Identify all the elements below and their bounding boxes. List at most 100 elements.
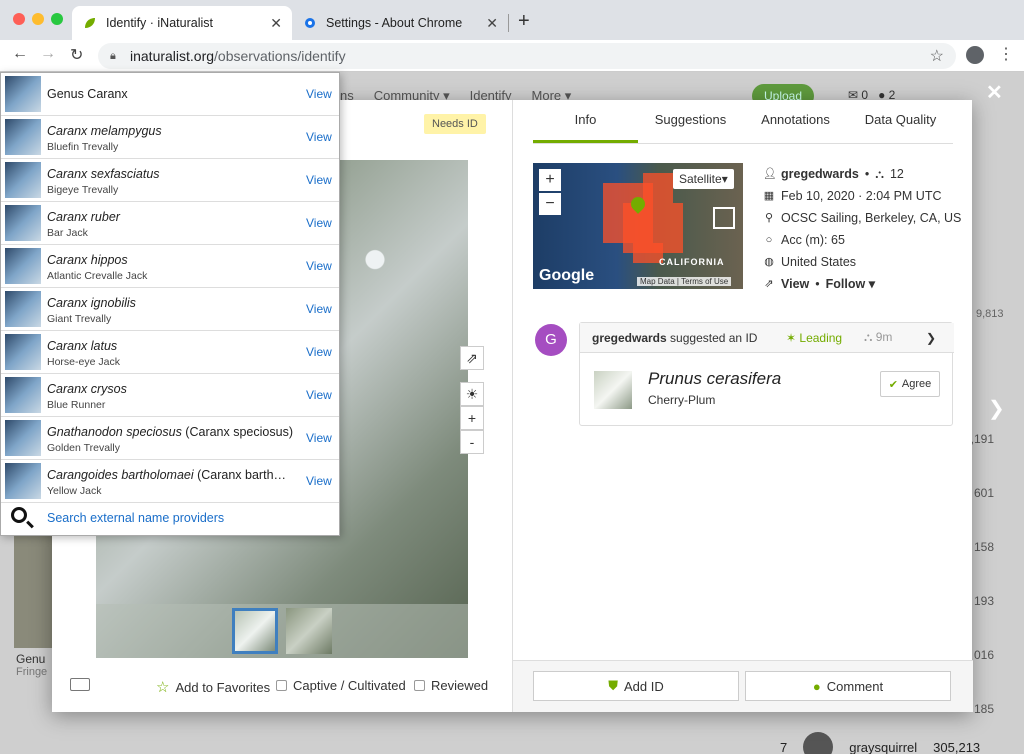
brightness-icon[interactable]: ☀ <box>460 382 484 406</box>
view-link[interactable]: View <box>781 273 809 295</box>
search-external-providers[interactable]: Search external name providers <box>1 503 339 535</box>
view-link[interactable]: View <box>306 173 332 187</box>
scientific-name: Gnathanodon speciosus <box>47 425 182 439</box>
taxon-suggestion[interactable]: Carangoides bartholomaei (Caranx barth… … <box>1 460 339 503</box>
shield-icon: ⛊ <box>608 678 618 693</box>
comment-button[interactable]: ● Comment <box>745 671 951 701</box>
next-observation-icon[interactable]: ❯ <box>988 396 1005 421</box>
view-link[interactable]: View <box>306 431 332 445</box>
taxon-suggestion[interactable]: Caranx melampygus Bluefin Trevally View <box>1 116 339 159</box>
bookmark-star-icon[interactable]: ☆ <box>930 46 944 66</box>
chevron-down-icon[interactable]: ❯ <box>926 331 936 345</box>
place-name: OCSC Sailing, Berkeley, CA, US <box>781 211 962 225</box>
identifier-name[interactable]: gregedwards <box>592 331 667 345</box>
close-tab-icon[interactable]: ✕ <box>270 15 282 32</box>
map-zoom-in-icon[interactable]: + <box>539 169 561 191</box>
map-attribution[interactable]: Map Data | Terms of Use <box>637 277 732 286</box>
taxon-scientific-name[interactable]: Prunus cerasifera <box>648 369 781 389</box>
leading-status: ✶ Leading <box>786 330 843 345</box>
terms-link[interactable]: Terms of Use <box>681 277 728 286</box>
photo-thumbnail[interactable] <box>286 608 332 654</box>
bg-observation-tile <box>14 532 52 648</box>
open-external-icon[interactable]: ⇗ <box>460 346 484 370</box>
keyboard-icon[interactable] <box>70 678 90 691</box>
favorites-label: Add to Favorites <box>175 679 271 695</box>
add-id-button[interactable]: ⛊ Add ID <box>533 671 739 701</box>
place-row: ⚲ OCSC Sailing, Berkeley, CA, US <box>763 207 961 229</box>
close-modal-icon[interactable]: ✕ <box>986 80 1003 105</box>
forward-icon[interactable]: → <box>40 45 56 63</box>
profile-icon[interactable] <box>966 46 984 64</box>
avatar[interactable]: G <box>535 324 567 356</box>
taxon-suggestion[interactable]: Caranx ruber Bar Jack View <box>1 202 339 245</box>
taxon-suggestion[interactable]: Genus Caranx View <box>1 73 339 116</box>
map-zoom-out-icon[interactable]: − <box>539 193 561 215</box>
taxon-name: Caranx hippos <box>47 253 128 267</box>
agree-button[interactable]: ✔ Agree <box>880 371 940 397</box>
view-link[interactable]: View <box>306 216 332 230</box>
url-path: /observations/identify <box>214 48 346 64</box>
view-link[interactable]: View <box>306 259 332 273</box>
observer-name[interactable]: gregedwards <box>781 163 859 185</box>
view-link[interactable]: View <box>306 345 332 359</box>
window-minimize-icon[interactable] <box>32 13 44 25</box>
photo-thumbnail-selected[interactable] <box>232 608 278 654</box>
google-logo: Google <box>539 267 595 284</box>
gear-icon <box>302 15 318 31</box>
view-link[interactable]: View <box>306 474 332 488</box>
observer-row: 👤︎ gregedwards • ⛬ 12 <box>763 163 961 185</box>
window-zoom-icon[interactable] <box>51 13 63 25</box>
taxon-suggestion[interactable]: Caranx hippos Atlantic Crevalle Jack Vie… <box>1 245 339 288</box>
taxon-photo[interactable] <box>594 371 632 409</box>
follow-dropdown[interactable]: Follow ▾ <box>826 273 875 295</box>
scientific-name: Caranx ruber <box>47 210 120 224</box>
back-icon[interactable]: ← <box>12 45 28 63</box>
observation-map[interactable]: + − Satellite▾ CALIFORNIA Google Map Dat… <box>533 163 743 289</box>
map-type-select[interactable]: Satellite▾ <box>673 169 734 189</box>
tab-identify[interactable]: Identify · iNaturalist ✕ <box>72 6 292 40</box>
reviewed-checkbox[interactable]: Reviewed <box>414 678 488 693</box>
new-tab-icon[interactable]: + <box>518 10 530 33</box>
taxon-suggestion[interactable]: Caranx crysos Blue Runner View <box>1 374 339 417</box>
time-label: 9m <box>875 330 893 344</box>
tab-data-quality[interactable]: Data Quality <box>848 100 953 143</box>
window-close-icon[interactable] <box>13 13 25 25</box>
common-name: Bluefin Trevally <box>47 141 119 153</box>
zoom-in-icon[interactable]: + <box>460 406 484 430</box>
bg-tile-sub: Fringe <box>16 666 48 678</box>
address-bar[interactable]: 🔒︎ inaturalist.org /observations/identif… <box>98 43 956 69</box>
tab-settings[interactable]: Settings - About Chrome ✕ <box>292 6 508 40</box>
binoculars-icon: ⛬ <box>875 167 884 181</box>
zoom-out-icon[interactable]: - <box>460 430 484 454</box>
view-link[interactable]: View <box>306 388 332 402</box>
tab-title: Settings - About Chrome <box>326 16 463 30</box>
taxon-suggestion[interactable]: Gnathanodon speciosus (Caranx speciosus)… <box>1 417 339 460</box>
search-icon <box>11 507 27 523</box>
modal-bottom-bar: ☆ Add to Favorites Captive / Cultivated … <box>52 672 512 712</box>
tab-suggestions[interactable]: Suggestions <box>638 100 743 143</box>
view-link[interactable]: View <box>306 302 332 316</box>
common-name: Bigeye Trevally <box>47 184 119 196</box>
close-tab-icon[interactable]: ✕ <box>486 15 498 32</box>
taxon-name: Caranx crysos <box>47 382 127 396</box>
add-to-favorites[interactable]: ☆ Add to Favorites <box>156 678 270 696</box>
more-menu-icon[interactable]: ⋮ <box>998 44 1014 64</box>
common-name: Golden Trevally <box>47 442 120 454</box>
taxon-name: Caranx ignobilis <box>47 296 136 310</box>
common-name: Yellow Jack <box>47 485 102 497</box>
view-link[interactable]: View <box>306 87 332 101</box>
taxon-suggestion[interactable]: Caranx ignobilis Giant Trevally View <box>1 288 339 331</box>
taxon-suggestion[interactable]: Caranx sexfasciatus Bigeye Trevally View <box>1 159 339 202</box>
reload-icon[interactable]: ↻ <box>70 45 83 65</box>
search-external-label: Search external name providers <box>47 511 225 525</box>
tab-info[interactable]: Info <box>533 100 638 143</box>
view-link[interactable]: View <box>306 130 332 144</box>
fullscreen-icon[interactable] <box>713 207 735 229</box>
map-data-link[interactable]: Map Data <box>640 277 675 286</box>
add-id-label: Add ID <box>624 678 664 694</box>
scientific-name: Caranx crysos <box>47 382 127 396</box>
tab-annotations[interactable]: Annotations <box>743 100 848 143</box>
observation-count: 12 <box>889 167 904 181</box>
captive-checkbox[interactable]: Captive / Cultivated <box>276 678 406 693</box>
taxon-suggestion[interactable]: Caranx latus Horse-eye Jack View <box>1 331 339 374</box>
